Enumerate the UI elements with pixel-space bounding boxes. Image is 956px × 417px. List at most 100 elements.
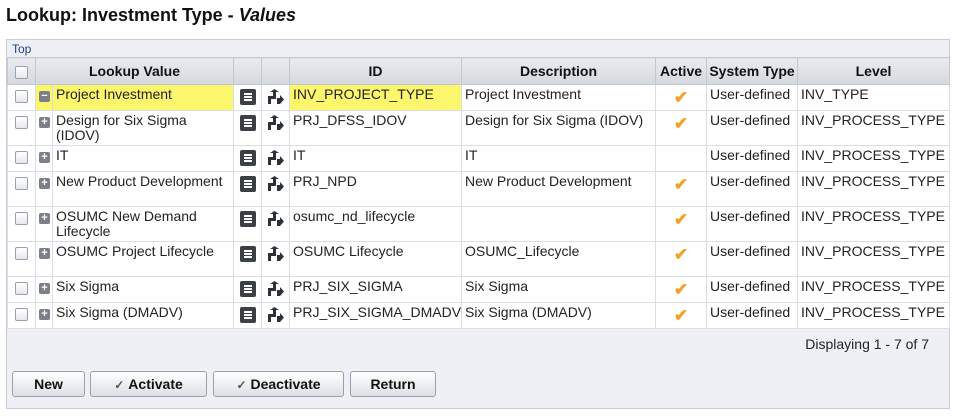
move-icon[interactable] <box>267 89 285 108</box>
properties-list-icon[interactable] <box>239 176 256 192</box>
lookup-value-link[interactable]: OSUMC Project Lifecycle <box>56 243 214 259</box>
lookup-value-cell[interactable]: Six Sigma (DMADV) <box>51 302 235 329</box>
expand-icon[interactable]: + <box>39 309 50 320</box>
activate-button[interactable]: ✓ Activate <box>90 371 207 397</box>
lookup-value-cell[interactable]: Six Sigma <box>51 276 235 303</box>
expander-cell[interactable]: + <box>35 276 53 303</box>
expand-icon[interactable]: + <box>39 152 50 163</box>
properties-cell[interactable] <box>233 110 263 146</box>
properties-cell[interactable] <box>233 145 263 172</box>
row-checkbox[interactable] <box>15 282 28 295</box>
column-header-active[interactable]: Active <box>655 57 708 85</box>
column-header-lookup-value[interactable]: Lookup Value <box>34 57 235 85</box>
lookup-value-cell[interactable]: Project Investment <box>51 84 235 111</box>
expand-icon[interactable]: + <box>39 248 50 259</box>
move-icon[interactable] <box>267 211 285 230</box>
move-icon[interactable] <box>267 281 285 300</box>
row-checkbox[interactable] <box>15 308 28 321</box>
expander-cell[interactable]: + <box>35 110 53 146</box>
lookup-value-cell[interactable]: New Product Development <box>51 171 235 207</box>
properties-cell[interactable] <box>233 241 263 277</box>
properties-list-icon[interactable] <box>239 307 256 323</box>
row-select-cell[interactable] <box>7 110 36 146</box>
move-cell[interactable] <box>261 302 291 329</box>
properties-list-icon[interactable] <box>239 246 256 262</box>
expand-icon[interactable]: + <box>39 117 50 128</box>
row-select-cell[interactable] <box>7 145 36 172</box>
row-checkbox[interactable] <box>15 116 28 129</box>
properties-cell[interactable] <box>233 276 263 303</box>
row-checkbox[interactable] <box>15 247 28 260</box>
level-cell: INV_PROCESS_TYPE <box>797 276 951 303</box>
move-icon[interactable] <box>267 246 285 265</box>
properties-cell[interactable] <box>233 302 263 329</box>
expand-icon[interactable]: + <box>39 283 50 294</box>
column-header-level[interactable]: Level <box>797 57 951 85</box>
row-checkbox[interactable] <box>15 177 28 190</box>
move-cell[interactable] <box>261 171 291 207</box>
properties-list-icon[interactable] <box>239 89 256 105</box>
move-cell[interactable] <box>261 145 291 172</box>
level-cell: INV_PROCESS_TYPE <box>797 206 951 242</box>
lookup-value-cell[interactable]: Design for Six Sigma (IDOV) <box>51 110 235 146</box>
row-select-cell[interactable] <box>7 276 36 303</box>
lookup-value-link[interactable]: Design for Six Sigma (IDOV) <box>56 112 187 143</box>
properties-list-icon[interactable] <box>239 150 256 166</box>
properties-list-icon[interactable] <box>239 281 256 297</box>
collapse-icon[interactable]: − <box>39 91 50 102</box>
page-title-suffix: Values <box>238 5 297 25</box>
active-cell: ✔ <box>655 171 708 207</box>
row-checkbox[interactable] <box>15 90 28 103</box>
expand-icon[interactable]: + <box>39 213 50 224</box>
move-cell[interactable] <box>261 110 291 146</box>
move-icon[interactable] <box>267 150 285 169</box>
select-all-checkbox[interactable] <box>15 65 28 79</box>
lookup-value-cell[interactable]: IT <box>51 145 235 172</box>
expander-cell[interactable]: + <box>35 206 53 242</box>
expander-cell[interactable]: + <box>35 145 53 172</box>
lookup-value-link[interactable]: New Product Development <box>56 173 223 189</box>
move-cell[interactable] <box>261 241 291 277</box>
row-checkbox[interactable] <box>15 212 28 225</box>
column-header-system-type[interactable]: System Type <box>706 57 799 85</box>
pagination-status: Displaying 1 - 7 of 7 <box>805 336 929 352</box>
top-link[interactable]: Top <box>12 42 31 56</box>
deactivate-button[interactable]: ✓ Deactivate <box>213 371 344 397</box>
properties-cell[interactable] <box>233 206 263 242</box>
column-header-id[interactable]: ID <box>289 57 463 85</box>
lookup-value-link[interactable]: Six Sigma <box>56 278 119 294</box>
lookup-value-link[interactable]: Project Investment <box>56 86 172 102</box>
move-cell[interactable] <box>261 206 291 242</box>
lookup-value-cell[interactable]: OSUMC New Demand Lifecycle <box>51 206 235 242</box>
column-header-description[interactable]: Description <box>461 57 657 85</box>
properties-list-icon[interactable] <box>239 211 256 227</box>
expander-cell[interactable]: + <box>35 171 53 207</box>
new-button[interactable]: New <box>12 371 85 397</box>
lookup-value-link[interactable]: Six Sigma (DMADV) <box>56 304 183 320</box>
move-cell[interactable] <box>261 84 291 111</box>
expander-cell[interactable]: + <box>35 302 53 329</box>
deactivate-button-label: Deactivate <box>250 376 321 392</box>
row-select-cell[interactable] <box>7 171 36 207</box>
move-icon[interactable] <box>267 115 285 134</box>
properties-cell[interactable] <box>233 84 263 111</box>
expander-cell[interactable]: − <box>35 84 53 111</box>
move-icon[interactable] <box>267 307 285 326</box>
row-checkbox[interactable] <box>15 151 28 164</box>
description-cell: OSUMC_Lifecycle <box>461 241 657 277</box>
expand-icon[interactable]: + <box>39 178 50 189</box>
return-button[interactable]: Return <box>350 371 436 397</box>
row-select-cell[interactable] <box>7 206 36 242</box>
expander-cell[interactable]: + <box>35 241 53 277</box>
properties-cell[interactable] <box>233 171 263 207</box>
lookup-value-cell[interactable]: OSUMC Project Lifecycle <box>51 241 235 277</box>
lookup-value-link[interactable]: OSUMC New Demand Lifecycle <box>56 208 197 239</box>
select-all-header[interactable] <box>7 57 36 85</box>
row-select-cell[interactable] <box>7 84 36 111</box>
row-select-cell[interactable] <box>7 302 36 329</box>
properties-list-icon[interactable] <box>239 115 256 131</box>
row-select-cell[interactable] <box>7 241 36 277</box>
move-icon[interactable] <box>267 176 285 195</box>
lookup-value-link[interactable]: IT <box>56 147 68 163</box>
move-cell[interactable] <box>261 276 291 303</box>
